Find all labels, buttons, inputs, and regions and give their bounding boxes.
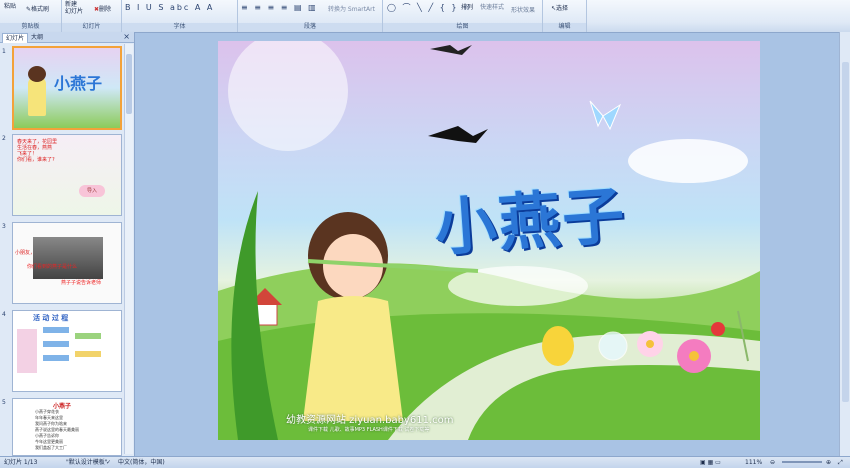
font-label: 字体 xyxy=(122,23,237,31)
font-style-buttons[interactable]: B I U S abc A A xyxy=(125,3,214,12)
spellcheck-icon[interactable]: ✓ xyxy=(106,457,111,468)
slide-count: 幻灯片 1/13 xyxy=(4,459,38,466)
tab-outline[interactable]: 大纲 xyxy=(28,33,46,42)
pane-scroll-thumb[interactable] xyxy=(126,54,132,114)
language-indicator[interactable]: 中文(简体，中国) xyxy=(118,457,165,468)
align-buttons[interactable]: ≡ ≡ ≡ ≡ ▤ ▥ xyxy=(241,3,318,12)
import-button: 导入 xyxy=(79,185,105,197)
close-icon[interactable]: × xyxy=(123,32,130,41)
status-bar: 幻灯片 1/13 "默认设计模板" ✓ 中文(简体，中国) ▣ ▦ ▭ 111%… xyxy=(0,456,850,468)
editor-scroll-thumb[interactable] xyxy=(842,62,849,402)
font-group: B I U S abc A A 字体 xyxy=(122,0,238,32)
slide-thumbnail-1[interactable]: 小燕子 xyxy=(12,46,122,130)
format-painter-button[interactable]: ✎格式刷 xyxy=(26,4,49,13)
thumb-line: 我们盖起了大工厂 xyxy=(35,445,67,450)
slide-thumbnail-5[interactable]: 小燕子 小燕子穿花衣 年年春天来这里 我问燕子你为啥来 燕子说这里的春天最美丽 … xyxy=(12,398,122,456)
slide-number: 2 xyxy=(2,135,6,142)
thumb-lines: 小燕子穿花衣 年年春天来这里 我问燕子你为啥来 燕子说这里的春天最美丽 小燕子告… xyxy=(35,409,79,451)
arrange-button[interactable]: 排列 xyxy=(461,2,473,11)
paragraph-group: ≡ ≡ ≡ ≡ ▤ ▥ 转换为 SmartArt 段落 xyxy=(238,0,383,32)
paste-button[interactable]: 粘贴 xyxy=(4,1,16,10)
delete-slide-button[interactable]: ✖删除 xyxy=(94,4,111,13)
slide-number: 5 xyxy=(2,399,6,406)
slide-canvas[interactable]: 小燕子 幼教资源网站 ziyuan.baby611.com 课件下载 儿歌、故事… xyxy=(218,41,760,440)
editing-label: 编辑 xyxy=(543,23,586,31)
slide-title[interactable]: 小燕子 xyxy=(431,164,629,267)
slide-thumbnail-4[interactable]: 活 动 过 程 xyxy=(12,310,122,392)
thumb-text: 你们看到的燕子是什么 xyxy=(27,264,78,270)
paragraph-label: 段落 xyxy=(238,23,382,31)
girl-dress xyxy=(303,296,403,421)
duck xyxy=(542,326,574,366)
thumb-text: 小朋友， xyxy=(15,250,36,256)
swallow-bird xyxy=(428,126,488,143)
diagram-box xyxy=(75,351,101,357)
select-button[interactable]: ↖选择 xyxy=(551,3,568,12)
girl-hair xyxy=(28,66,46,82)
format-painter-label: 格式刷 xyxy=(31,6,50,13)
slide-thumbnail-2[interactable]: 春天来了，花园里 生活在春，燕燕 飞来了！ 你们看，谁来了? 导入 xyxy=(12,134,122,216)
shapes-gallery[interactable]: ◯ ⌒ ╲ ╱ { } ☆ xyxy=(387,2,472,13)
girl-figure xyxy=(28,76,46,116)
diagram-box xyxy=(17,329,37,373)
flower xyxy=(711,322,725,336)
theme-name: "默认设计模板" xyxy=(66,459,108,466)
tab-slides[interactable]: 幻灯片 xyxy=(2,33,29,43)
thumb-title: 小燕子 xyxy=(54,74,103,93)
diagram-box xyxy=(43,341,69,347)
slides-pane: 幻灯片 大纲 × 1 小燕子 2 春天来了，花园里 生活在春，燕燕 飞来了！ 你… xyxy=(0,32,135,456)
bubble-flower xyxy=(598,331,628,361)
zoom-out-icon[interactable]: ⊖ xyxy=(770,457,775,468)
watermark-subtext: 课件下载 儿歌、故事MP3 FLASH课件下载 试卷下载等 xyxy=(308,427,430,433)
convert-smartart-button[interactable]: 转换为 SmartArt xyxy=(328,4,375,13)
thumb-title: 活 动 过 程 xyxy=(33,314,69,322)
editing-group: ↖选择 编辑 xyxy=(543,0,587,32)
diagram-box xyxy=(43,355,69,361)
watermark-text: 幼教资源网站 ziyuan.baby611.com xyxy=(286,415,454,426)
zoom-level[interactable]: 111% xyxy=(745,457,762,468)
new-slide-button[interactable]: 新建 幻灯片 xyxy=(65,1,83,15)
clipboard-group: 粘贴 ✎格式刷 剪贴板 xyxy=(0,0,62,32)
slide-number: 3 xyxy=(2,223,6,230)
clipboard-label: 剪贴板 xyxy=(0,23,61,31)
slide-number: 1 xyxy=(2,48,6,55)
slide-thumbnail-3[interactable]: 小朋友， 你们看到的燕子是什么 燕子子说告诉老师 xyxy=(12,222,122,304)
swallow-photo xyxy=(33,237,103,279)
quick-styles-button[interactable]: 快速样式 xyxy=(480,2,504,11)
thumb-text: 春天来了，花园里 生活在春，燕燕 飞来了！ 你们看，谁来了? xyxy=(17,139,58,163)
fit-window-icon[interactable]: ⤢ xyxy=(838,457,843,468)
drawing-group: ◯ ⌒ ╲ ╱ { } ☆ 排列 快速样式 形状效果 绘图 xyxy=(383,0,543,32)
flower-center xyxy=(689,351,699,361)
thumb-text: 燕子子说告诉老师 xyxy=(61,280,102,286)
editor-scrollbar[interactable] xyxy=(839,32,850,456)
slide-number: 4 xyxy=(2,311,6,318)
butterfly xyxy=(589,100,622,131)
slides-label: 幻灯片 xyxy=(62,23,121,31)
select-label: 选择 xyxy=(556,5,569,12)
slides-group: 新建 幻灯片 ✖删除 幻灯片 xyxy=(62,0,122,32)
shape-effects-button[interactable]: 形状效果 xyxy=(511,5,535,14)
pane-scrollbar[interactable] xyxy=(124,44,133,454)
flower-center xyxy=(646,340,654,348)
ribbon: 粘贴 ✎格式刷 剪贴板 新建 幻灯片 ✖删除 幻灯片 B I U S abc A… xyxy=(0,0,850,33)
sun-glow xyxy=(228,41,348,151)
cloud xyxy=(628,139,748,183)
zoom-in-icon[interactable]: ⊕ xyxy=(826,457,831,468)
zoom-slider[interactable] xyxy=(782,461,822,463)
view-buttons[interactable]: ▣ ▦ ▭ xyxy=(700,457,721,468)
swallow-bird xyxy=(430,45,472,55)
pane-tabs: 幻灯片 大纲 × xyxy=(0,32,134,43)
diagram-box xyxy=(75,333,101,339)
diagram-box xyxy=(43,327,69,333)
drawing-label: 绘图 xyxy=(383,23,542,31)
delete-label: 删除 xyxy=(99,6,112,13)
